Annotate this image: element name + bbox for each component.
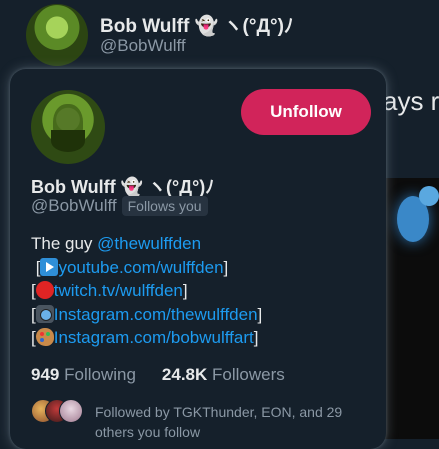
- profile-handle[interactable]: @BobWulff: [31, 196, 117, 216]
- handle-row: @BobWulff Follows you: [31, 196, 208, 216]
- bio-text: The guy: [31, 234, 98, 253]
- palette-icon: [35, 328, 54, 346]
- bracket-close: ]: [223, 257, 229, 277]
- bracket-open: [: [31, 328, 36, 347]
- followers-stat[interactable]: 24.8K Followers: [162, 365, 285, 385]
- bio-mention-link[interactable]: @thewulffden: [97, 234, 201, 253]
- youtube-link[interactable]: youtube.com/wulffden: [58, 258, 223, 277]
- followed-by-text: Followed by TGKThunder, EON, and 29 othe…: [95, 404, 343, 440]
- background-profile-handle[interactable]: @BobWulff: [100, 36, 186, 56]
- unfollow-button[interactable]: Unfollow: [241, 89, 371, 135]
- following-label: Following: [64, 365, 136, 384]
- background-avatar[interactable]: [26, 4, 88, 66]
- follows-you-badge: Follows you: [121, 196, 208, 216]
- background-tweet-text: ays r: [383, 86, 439, 116]
- followers-label: Followers: [212, 365, 285, 384]
- bracket-close: ]: [253, 328, 259, 347]
- bracket-close: ]: [257, 304, 263, 324]
- instagram-link-bobwulffart[interactable]: Instagram.com/bobwulffart: [54, 328, 254, 347]
- instagram-link-thewulffden[interactable]: Instagram.com/thewulffden: [54, 305, 258, 324]
- profile-hover-card: Unfollow Bob Wulff 👻 ヽ(°Д°)ﾉ @BobWulff F…: [10, 69, 386, 449]
- bracket-open: [: [31, 257, 41, 277]
- play-button-icon: [40, 257, 59, 276]
- background-profile-header: Bob Wulff 👻 ヽ(°Д°)ﾉ @BobWulff: [0, 0, 439, 70]
- avatar[interactable]: [31, 90, 105, 164]
- mini-avatar: [59, 399, 83, 423]
- following-stat[interactable]: 949 Following: [31, 365, 136, 385]
- bio: The guy @thewulffden [ youtube.com/wulffd…: [31, 232, 262, 350]
- background-media-image[interactable]: [383, 178, 439, 439]
- bracket-close: ]: [182, 281, 188, 300]
- followers-count: 24.8K: [161, 365, 208, 384]
- following-count: 949: [31, 365, 60, 384]
- twitch-link[interactable]: twitch.tv/wulffden: [54, 281, 183, 300]
- stats-row: 949 Following 24.8K Followers: [31, 365, 285, 385]
- camera-icon: [35, 304, 54, 323]
- red-circle-icon: [35, 281, 54, 299]
- followed-by-avatars: [31, 399, 83, 423]
- followed-by-row[interactable]: Followed by TGKThunder, EON, and 29 othe…: [31, 399, 365, 442]
- background-profile-name[interactable]: Bob Wulff 👻 ヽ(°Д°)ﾉ: [100, 11, 293, 38]
